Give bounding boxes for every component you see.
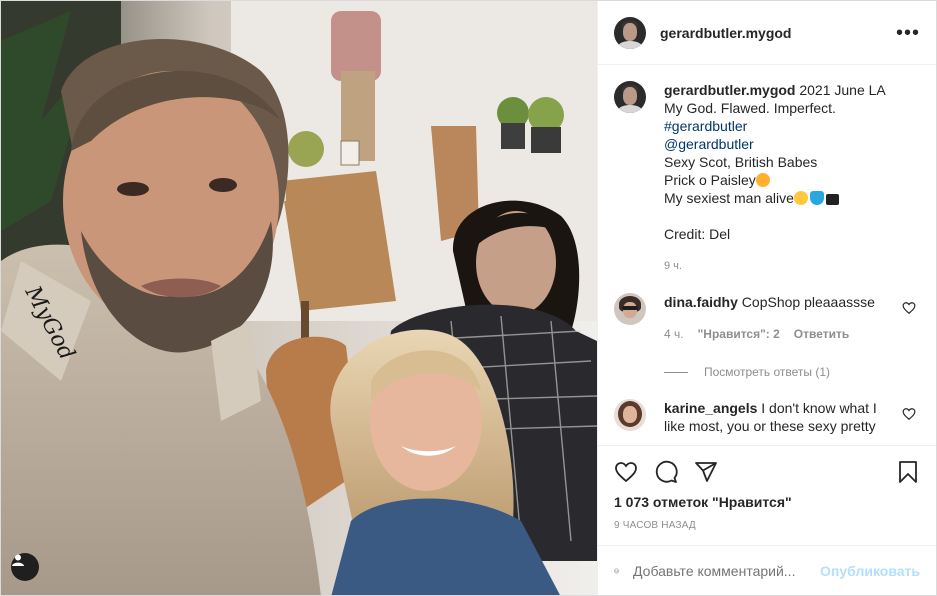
kiss-emoji-icon [755, 173, 770, 187]
add-comment-bar: Опубликовать [598, 545, 936, 595]
bookmark-icon[interactable] [896, 460, 920, 484]
view-replies-label: Посмотреть ответы (1) [704, 365, 831, 379]
caption-line: My God. Flawed. Imperfect. [664, 100, 836, 116]
author-avatar[interactable] [614, 16, 646, 49]
post-dialog: MyGod gerardbutler.mygod ••• gerardbutle… [0, 0, 937, 596]
comment-username[interactable]: karine_angels [664, 400, 757, 416]
posted-time[interactable]: 9 часов назад [614, 520, 920, 531]
comment-like-icon[interactable] [902, 407, 916, 421]
caption-line: Sexy Scot, British Babes [664, 154, 818, 170]
comment-input[interactable] [633, 562, 815, 579]
comment-item: dina.faidhy CopShop pleaaassse 4 ч. "Нра… [614, 293, 920, 343]
comment-likes[interactable]: "Нравится": 2 [698, 325, 780, 343]
caption-credit: Credit: Del [664, 226, 731, 242]
smile-icon[interactable] [614, 558, 619, 584]
caption-username[interactable]: gerardbutler.mygod [664, 82, 795, 98]
caption-avatar[interactable] [614, 81, 646, 113]
blue-heart-icon [809, 191, 824, 205]
reply-button[interactable]: Ответить [794, 325, 849, 343]
comment-text: CopShop pleaaassse [741, 294, 875, 310]
caption-time[interactable]: 9 ч. [664, 257, 886, 275]
comment-like-icon[interactable] [902, 301, 916, 315]
comment-body: karine_angels I don't know what I like m… [664, 399, 888, 435]
comment-time[interactable]: 4 ч. [664, 325, 684, 343]
post-actions: 1 073 отметок "Нравится" 9 часов назад [598, 445, 936, 545]
share-icon[interactable] [694, 460, 718, 484]
view-replies-button[interactable]: Посмотреть ответы (1) [664, 365, 920, 379]
tag-user-icon[interactable] [11, 553, 39, 581]
heart-icon[interactable] [614, 460, 638, 484]
comments-list[interactable]: gerardbutler.mygod 2021 June LA My God. … [598, 65, 936, 445]
flag-icon [825, 194, 839, 205]
caption: gerardbutler.mygod 2021 June LA My God. … [614, 81, 920, 275]
author-username[interactable]: gerardbutler.mygod [660, 25, 791, 41]
comment-body: dina.faidhy CopShop pleaaassse 4 ч. "Нра… [664, 293, 888, 343]
like-count[interactable]: 1 073 отметок "Нравится" [614, 494, 920, 510]
caption-first-line: 2021 June LA [799, 82, 886, 98]
replies-divider [664, 371, 688, 373]
commenter-avatar[interactable] [614, 399, 646, 431]
caption-line: Prick o Paisley [664, 172, 756, 188]
post-header: gerardbutler.mygod ••• [598, 1, 936, 65]
action-icons [614, 452, 920, 492]
post-photo[interactable]: MyGod [1, 1, 597, 595]
photo-illustration: MyGod [1, 1, 597, 595]
mention-link[interactable]: @gerardbutler [664, 135, 886, 153]
comment-meta: 4 ч. "Нравится": 2 Ответить [664, 325, 888, 343]
comment-icon[interactable] [654, 460, 678, 484]
publish-button[interactable]: Опубликовать [820, 563, 920, 579]
comment-username[interactable]: dina.faidhy [664, 294, 738, 310]
smile-emoji-icon [793, 191, 808, 205]
comment-item: karine_angels I don't know what I like m… [614, 399, 920, 435]
post-side-panel: gerardbutler.mygod ••• gerardbutler.mygo… [597, 1, 936, 595]
more-icon[interactable]: ••• [896, 23, 920, 43]
commenter-avatar[interactable] [614, 293, 646, 325]
caption-line: My sexiest man alive [664, 190, 794, 206]
hashtag-link[interactable]: #gerardbutler [664, 117, 886, 135]
caption-body: gerardbutler.mygod 2021 June LA My God. … [664, 81, 886, 275]
